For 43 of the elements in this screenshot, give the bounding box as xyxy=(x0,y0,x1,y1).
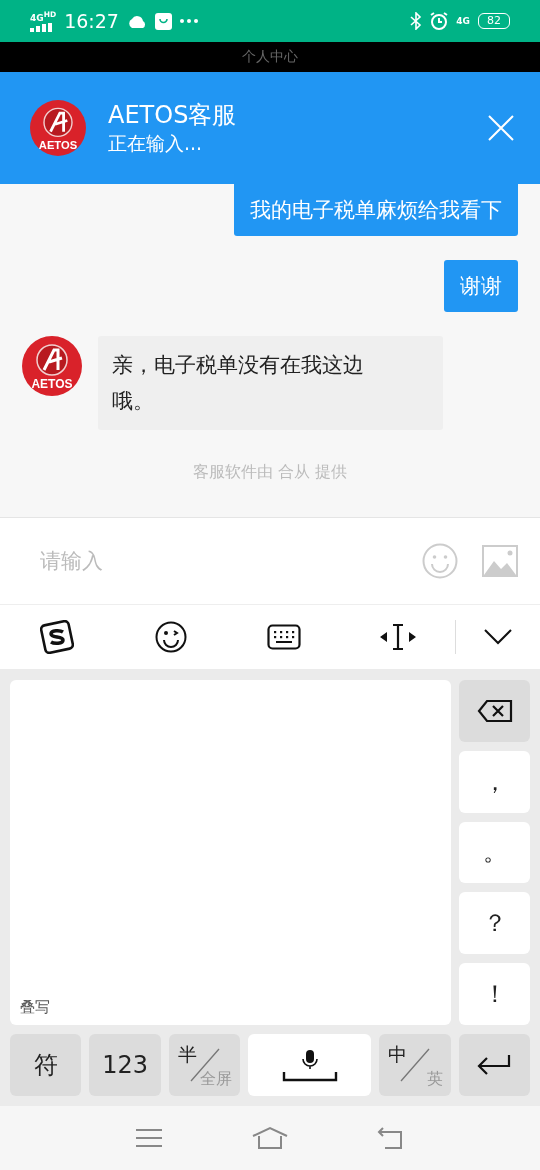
shopping-bag-icon xyxy=(154,12,172,30)
page-title: 个人中心 xyxy=(242,48,298,66)
pad-label: 叠写 xyxy=(20,998,50,1017)
typing-status: 正在输入... xyxy=(108,131,204,156)
keyboard-icon[interactable] xyxy=(267,624,302,650)
wink-face-icon[interactable] xyxy=(154,621,187,653)
backspace-icon xyxy=(476,698,513,723)
provider-note: 客服软件由 合从 提供 xyxy=(191,462,349,483)
aetos-logo: AETOS xyxy=(22,336,82,396)
signal-indicator: 4G$^{HD}$ xyxy=(30,10,57,32)
menu-icon[interactable] xyxy=(134,1128,163,1148)
backspace-key[interactable] xyxy=(459,680,530,742)
toggle-key[interactable]: 半 全屏 xyxy=(168,1034,241,1096)
sent-message: 我的电子税单麻烦给我看下 xyxy=(234,184,518,236)
sent-message: 谢谢 xyxy=(444,260,518,312)
toggle-key[interactable]: 中 英 xyxy=(379,1034,451,1096)
sogou-logo-icon[interactable] xyxy=(39,620,74,654)
key[interactable]: 123 xyxy=(89,1034,161,1096)
punctuation-key[interactable]: ？ xyxy=(459,892,530,955)
bluetooth-icon xyxy=(410,12,423,30)
enter-icon xyxy=(476,1053,513,1077)
enter-key[interactable] xyxy=(458,1034,530,1096)
punctuation-key[interactable]: 。 xyxy=(459,821,530,884)
cursor-move-icon[interactable] xyxy=(379,623,418,651)
battery-indicator: 82 xyxy=(478,13,510,29)
cell-indicator: 4G xyxy=(456,16,470,26)
close-icon[interactable] xyxy=(488,115,514,141)
home-icon[interactable] xyxy=(252,1126,288,1150)
agent-name: AETOS客服 xyxy=(108,100,238,131)
punctuation-key[interactable]: ， xyxy=(459,750,530,813)
message-input[interactable]: 请输入 xyxy=(38,548,398,574)
cloud-icon xyxy=(126,14,147,28)
status-time: 16:27 xyxy=(64,10,119,32)
more-icon xyxy=(179,19,198,23)
handwriting-pad[interactable]: 叠写 xyxy=(10,680,451,1025)
punctuation-key[interactable]: ！ xyxy=(459,963,530,1025)
aetos-logo: AETOS xyxy=(30,100,86,156)
received-message: 亲，电子税单没有在我这边哦。 xyxy=(98,336,443,430)
microphone-icon xyxy=(281,1048,338,1082)
key[interactable]: 符 xyxy=(10,1034,82,1096)
space-key[interactable] xyxy=(248,1034,372,1096)
chevron-down-icon[interactable] xyxy=(484,629,512,645)
alarm-icon xyxy=(430,12,449,30)
